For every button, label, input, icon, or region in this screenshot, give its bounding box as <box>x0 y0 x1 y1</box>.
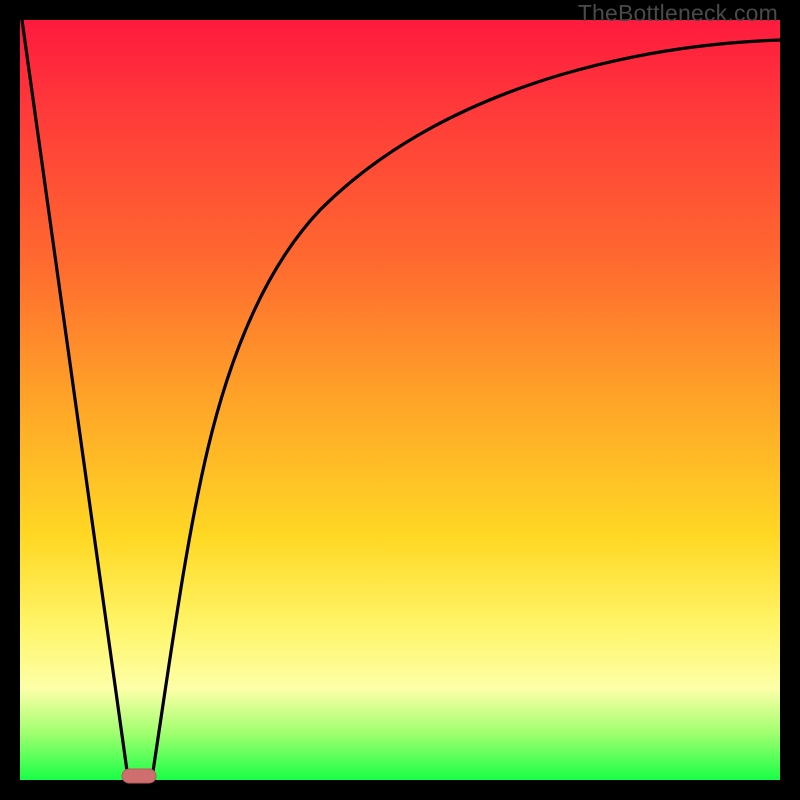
plot-area <box>20 20 780 780</box>
chart-svg <box>20 20 780 780</box>
chart-frame: TheBottleneck.com <box>0 0 800 800</box>
watermark-text: TheBottleneck.com <box>578 0 778 27</box>
curve-right-branch <box>152 40 780 778</box>
curve-left-branch <box>22 20 128 778</box>
optimal-point-marker <box>122 769 156 783</box>
